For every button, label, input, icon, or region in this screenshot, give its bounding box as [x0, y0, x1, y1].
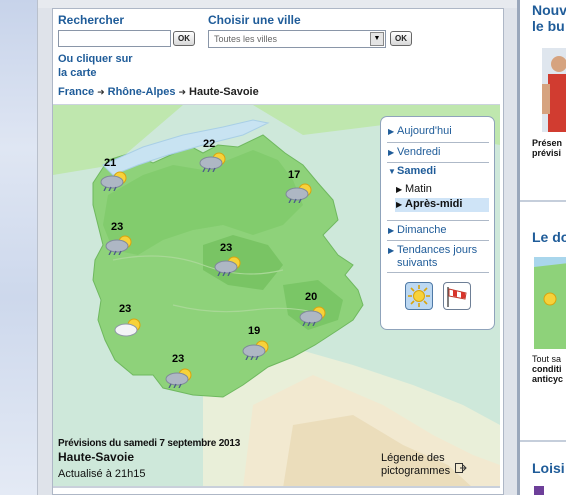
- triangle-right-icon: ▶: [388, 226, 395, 235]
- sun-cloud-rain-icon[interactable]: [297, 304, 331, 326]
- legend-link-line2: pictogrammes: [381, 465, 451, 477]
- menu-item-sunday[interactable]: ▶ Dimanche: [387, 224, 489, 237]
- triangle-right-icon: ▶: [388, 127, 395, 136]
- temperature-label: 23: [220, 242, 233, 254]
- menu-item-trends[interactable]: ▶ Tendances jours suivants: [387, 244, 489, 270]
- search-label: Rechercher: [58, 13, 125, 27]
- temperature-label: 23: [111, 221, 124, 233]
- sidebar-divider: [520, 200, 566, 202]
- external-link-icon[interactable]: [455, 463, 467, 473]
- menu-item-label: Dimanche: [397, 224, 447, 236]
- footer-divider: [53, 486, 500, 488]
- menu-item-label: Matin: [405, 183, 432, 195]
- promo-text-1: Présen prévisi: [532, 138, 562, 158]
- triangle-right-icon: ▶: [388, 246, 395, 255]
- text-line: Tout sa: [532, 354, 562, 364]
- city-ok-button[interactable]: OK: [390, 31, 412, 46]
- legend-link-line1: Légende des: [381, 452, 445, 464]
- triangle-right-icon: ▶: [388, 148, 395, 157]
- promo-heading-3[interactable]: Loisi: [532, 460, 565, 476]
- temperature-label: 19: [248, 325, 261, 337]
- sun-cloud-rain-icon[interactable]: [103, 233, 137, 255]
- map-link-line2: la carte: [58, 67, 97, 79]
- triangle-down-icon: ▼: [388, 167, 396, 176]
- city-select[interactable]: Toutes les villes ▼: [208, 30, 386, 48]
- tab-strip: [38, 0, 518, 8]
- sun-cloud-rain-icon[interactable]: [283, 181, 317, 203]
- menu-divider: [387, 162, 489, 163]
- sun-cloud-rain-icon[interactable]: [240, 338, 274, 360]
- menu-item-label: Après-midi: [405, 198, 463, 210]
- menu-item-label: Aujourd'hui: [397, 125, 452, 137]
- menu-divider: [387, 240, 489, 241]
- menu-item-today[interactable]: ▶ Aujourd'hui: [387, 125, 489, 138]
- temperature-label: 21: [104, 157, 117, 169]
- menu-item-label: Samedi: [397, 165, 437, 177]
- breadcrumb: France ➜ Rhône-Alpes ➜ Haute-Savoie: [58, 86, 259, 98]
- menu-divider: [387, 220, 489, 221]
- right-sidebar: Nouv le bu Présen prévisi Le do Tout sa con…: [517, 0, 566, 495]
- chevron-down-icon[interactable]: ▼: [370, 32, 384, 46]
- windsock-icon: [447, 287, 467, 307]
- breadcrumb-france[interactable]: France: [58, 86, 94, 98]
- promo-heading-2[interactable]: Le do: [532, 229, 566, 245]
- sun-cloud-rain-icon[interactable]: [98, 169, 132, 191]
- arrow-right-icon: ➜: [97, 87, 105, 97]
- triangle-right-icon: ▶: [396, 200, 403, 209]
- weather-view-button[interactable]: [405, 282, 433, 310]
- sun-icon: [408, 285, 430, 307]
- breadcrumb-rhone-alpes[interactable]: Rhône-Alpes: [108, 86, 176, 98]
- wind-view-button[interactable]: [443, 282, 471, 310]
- temperature-label: 23: [172, 353, 185, 365]
- sun-cloud-rain-icon[interactable]: [163, 366, 197, 388]
- map-link[interactable]: Ou cliquer sur la carte: [58, 52, 133, 80]
- sun-cloud-rain-icon[interactable]: [197, 150, 231, 172]
- menu-item-morning[interactable]: ▶ Matin: [395, 183, 489, 196]
- menu-item-label: Vendredi: [397, 146, 441, 158]
- promo-heading-1[interactable]: Nouv le bu: [532, 2, 566, 34]
- text-line: prévisi: [532, 148, 562, 158]
- sidebar-divider: [520, 440, 566, 442]
- temperature-label: 17: [288, 169, 301, 181]
- text-line: conditi: [532, 364, 562, 374]
- temperature-label: 22: [203, 138, 216, 150]
- menu-item-saturday[interactable]: ▼ Samedi: [387, 165, 489, 178]
- city-select-value: Toutes les villes: [214, 34, 278, 44]
- menu-item-friday[interactable]: ▶ Vendredi: [387, 146, 489, 159]
- menu-item-label: suivants: [397, 257, 438, 269]
- menu-item-afternoon[interactable]: ▶ Après-midi: [395, 198, 489, 212]
- temperature-label: 20: [305, 291, 318, 303]
- search-ok-button[interactable]: OK: [173, 31, 195, 46]
- heading-line: Nouv: [532, 2, 566, 18]
- menu-divider: [387, 142, 489, 143]
- menu-item-label: Tendances jours: [397, 244, 478, 256]
- update-time: Actualisé à 21h15: [58, 468, 146, 480]
- text-line: Présen: [532, 138, 563, 148]
- heading-line: le bu: [532, 18, 565, 34]
- menu-divider: [387, 272, 489, 273]
- text-line: anticyc: [532, 374, 564, 384]
- presenter-photo[interactable]: [542, 48, 566, 132]
- page-background: [0, 0, 37, 495]
- map-link-line1: Ou cliquer sur: [58, 53, 133, 65]
- breadcrumb-current: Haute-Savoie: [189, 86, 259, 98]
- weather-map-thumbnail[interactable]: [534, 257, 566, 349]
- temperature-label: 23: [119, 303, 132, 315]
- promo-text-2: Tout sa conditi anticyc: [532, 354, 563, 384]
- arrow-right-icon: ➜: [178, 87, 187, 97]
- sun-cloud-rain-icon[interactable]: [212, 254, 246, 276]
- category-marker: [534, 486, 544, 495]
- forecast-title: Prévisions du samedi 7 septembre 2013: [58, 438, 241, 449]
- forecast-day-menu: ▶ Aujourd'hui ▶ Vendredi ▼ Samedi ▶ Matin ▶ A…: [380, 116, 495, 330]
- city-label: Choisir une ville: [208, 13, 301, 27]
- triangle-right-icon: ▶: [396, 185, 403, 194]
- search-input[interactable]: [58, 30, 171, 47]
- legend-link[interactable]: Légende des pictogrammes: [381, 452, 450, 478]
- forecast-region: Haute-Savoie: [58, 450, 135, 464]
- sun-cloud-icon[interactable]: [112, 316, 146, 338]
